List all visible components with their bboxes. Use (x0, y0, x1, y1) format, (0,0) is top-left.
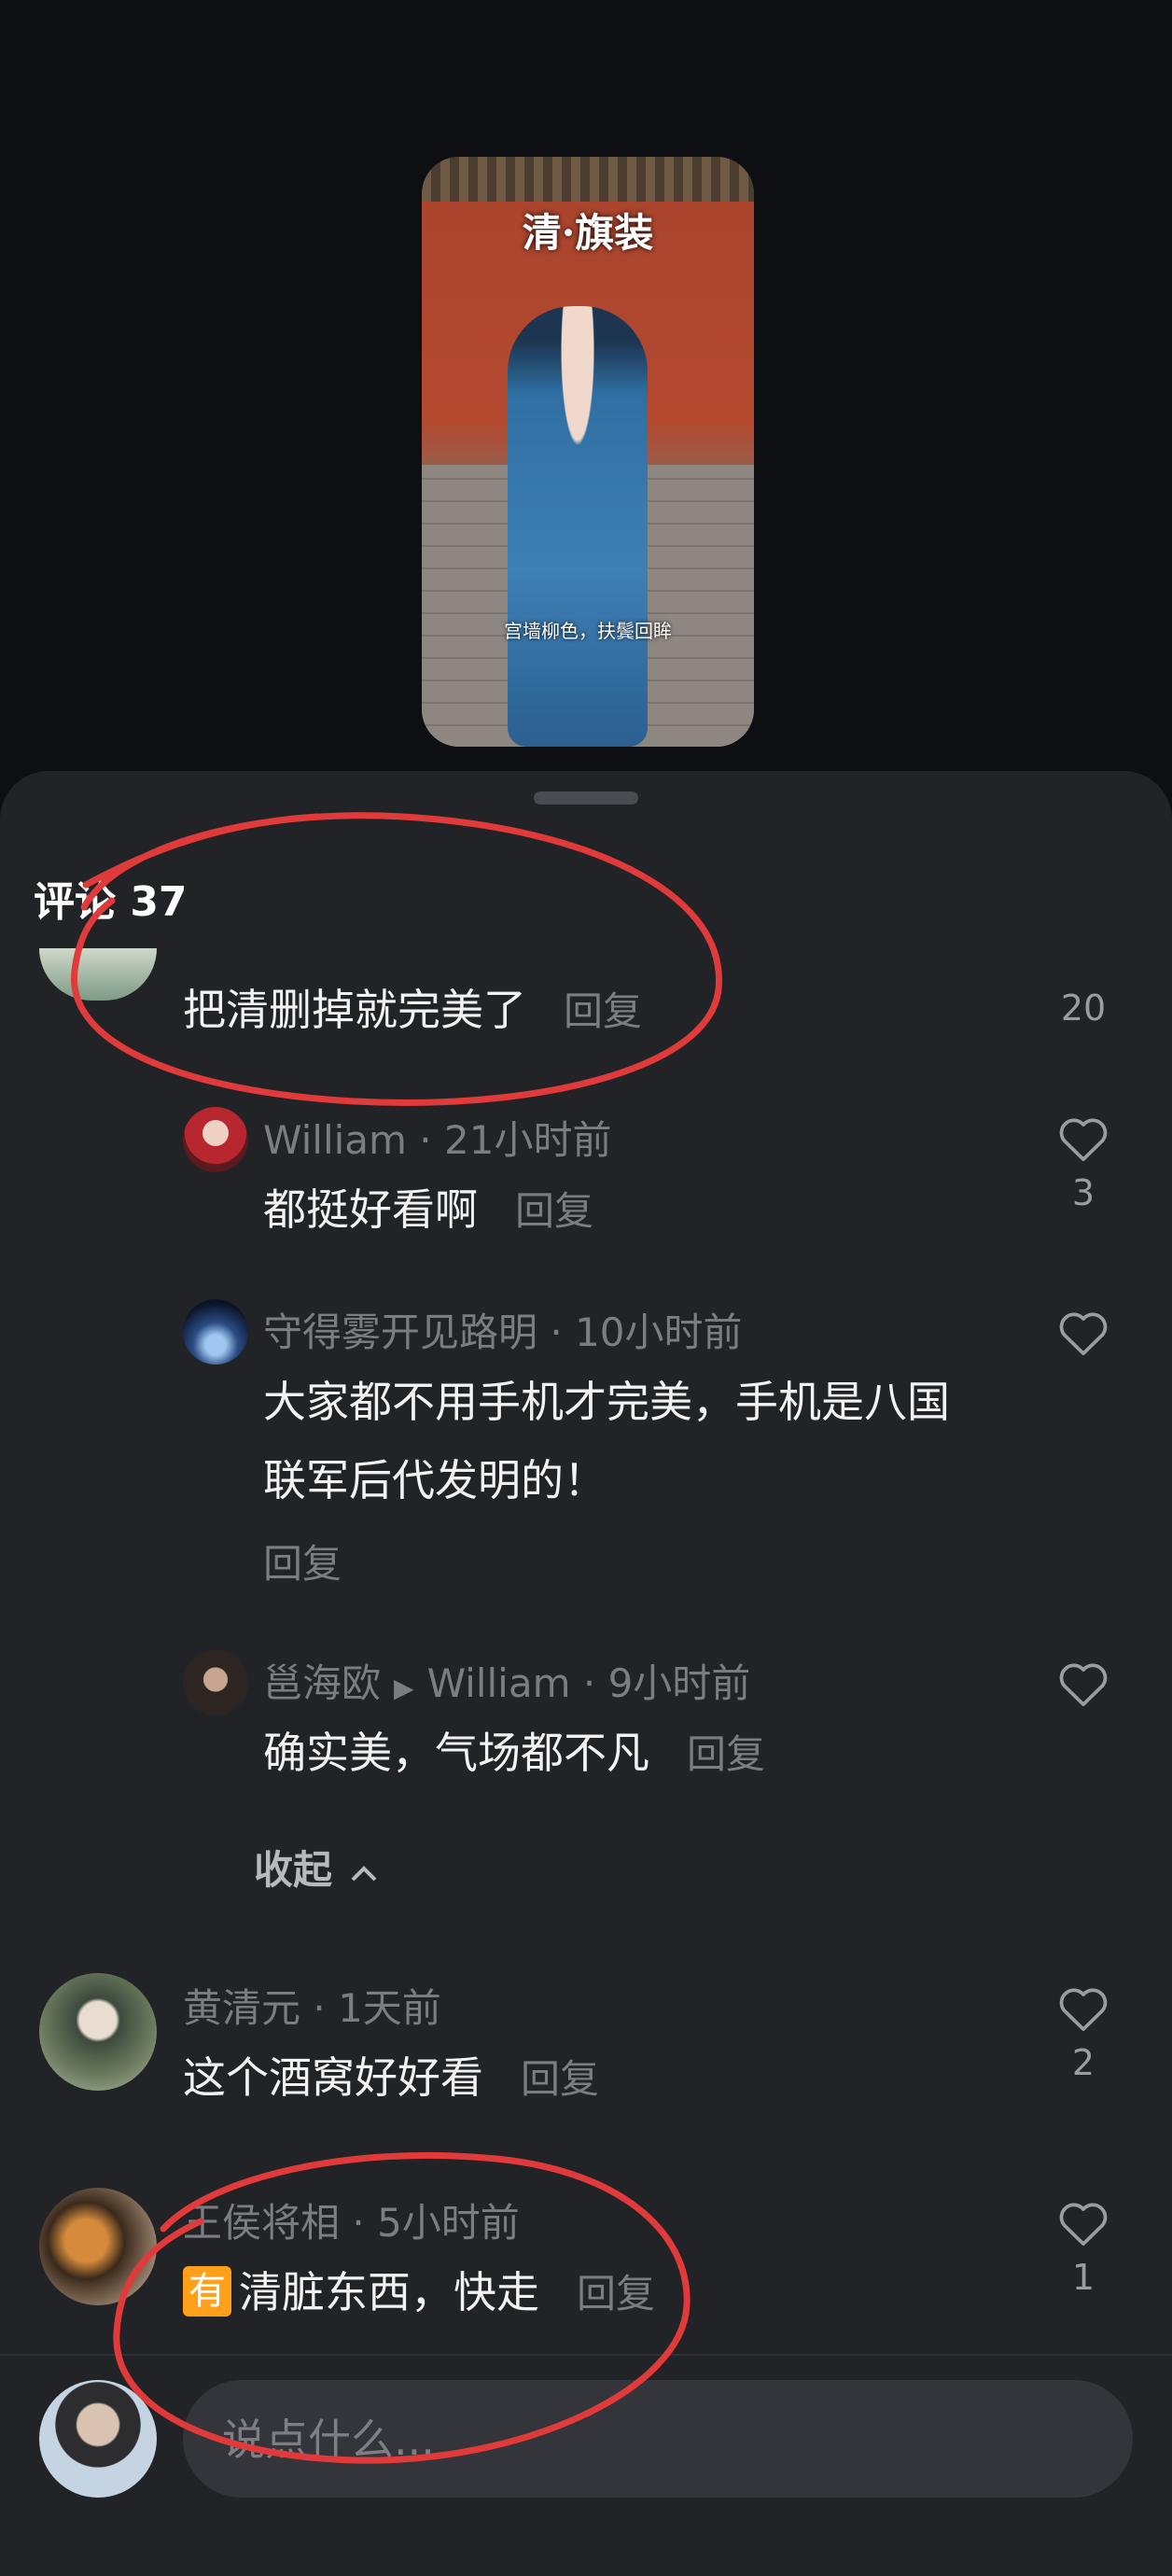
like-button[interactable]: 2 (1051, 1984, 1116, 2083)
video-thumbnail[interactable]: 清·旗装 宫墙柳色，扶鬓回眸 (422, 157, 754, 747)
comment-author[interactable]: 黄清元 (183, 1985, 300, 2031)
reply-button[interactable]: 回复 (687, 1731, 765, 1777)
comment-author[interactable]: 王侯将相 (183, 2200, 340, 2246)
comment-author[interactable]: William (263, 1117, 407, 1163)
like-count: 20 (1060, 987, 1107, 1029)
woman-in-qing-dress (508, 306, 648, 747)
like-count: 2 (1071, 2042, 1095, 2083)
video-title: 清·旗装 (522, 210, 654, 256)
like-button[interactable] (1051, 1309, 1116, 1357)
like-button[interactable]: 1 (1051, 2199, 1116, 2298)
comment-text[interactable]: 确实美，气场都不凡 回复 (263, 1719, 765, 1781)
reply-button[interactable]: 回复 (577, 2271, 655, 2317)
avatar[interactable] (183, 1299, 248, 1365)
avatar[interactable] (39, 2188, 157, 2305)
chevron-up-icon (349, 1847, 379, 1893)
avatar[interactable] (39, 948, 157, 1001)
reply-button[interactable]: 回复 (263, 1533, 342, 1589)
comment-meta: 守得雾开见路明 · 10小时前 (263, 1309, 743, 1355)
reply-arrow-icon: ▶ (394, 1673, 414, 1703)
comment-meta: William · 21小时前 (263, 1117, 612, 1163)
heart-icon (1059, 1988, 1108, 2032)
like-count: 3 (1071, 1172, 1095, 1213)
comment-time: 10小时前 (575, 1309, 743, 1355)
comment-text[interactable]: 把清删掉就完美了 回复 (183, 976, 642, 1038)
comment-text[interactable]: 有清脏东西，快走 回复 (183, 2259, 655, 2320)
like-button[interactable] (1051, 1659, 1116, 1708)
palace-roof (422, 157, 754, 202)
avatar[interactable] (183, 1650, 248, 1715)
like-count-area[interactable]: 20 (1051, 987, 1116, 1029)
comment-meta: 王侯将相 · 5小时前 (183, 2200, 520, 2246)
comment-time: 5小时前 (377, 2200, 520, 2246)
like-button[interactable]: 3 (1051, 1114, 1116, 1213)
avatar[interactable] (39, 1973, 157, 2091)
reply-button[interactable]: 回复 (515, 1188, 593, 1234)
reply-to-author[interactable]: William (427, 1660, 571, 1706)
comment-input[interactable] (220, 2380, 1101, 2499)
comment-time: 9小时前 (607, 1660, 751, 1706)
comment-meta: 黄清元 · 1天前 (183, 1985, 441, 2031)
comment-text[interactable]: 联军后代发明的！ (263, 1447, 607, 1508)
comment-text[interactable]: 这个酒窝好好看 回复 (183, 2044, 599, 2106)
screen: 清·旗装 宫墙柳色，扶鬓回眸 评论 37 把清删掉就完美了 回复 20 Willi… (0, 0, 1172, 2576)
heart-icon (1059, 1663, 1108, 1707)
video-caption: 宫墙柳色，扶鬓回眸 (504, 620, 672, 642)
comment-author[interactable]: 邕海欧 (263, 1660, 381, 1706)
heart-icon (1059, 1118, 1108, 1162)
comment-text[interactable]: 都挺好看啊 回复 (263, 1176, 593, 1238)
heart-icon (1059, 1312, 1108, 1356)
avatar[interactable] (183, 1107, 248, 1172)
my-avatar[interactable] (39, 2380, 157, 2498)
comment-text[interactable]: 大家都不用手机才完美，手机是八国 (263, 1368, 950, 1430)
reply-button[interactable]: 回复 (564, 988, 642, 1034)
collapse-replies-button[interactable]: 收起 (254, 1839, 379, 1896)
comment-author[interactable]: 守得雾开见路明 (263, 1309, 537, 1355)
badge: 有 (183, 2266, 231, 2317)
heart-icon (1059, 2203, 1108, 2247)
comment-time: 21小时前 (444, 1117, 612, 1163)
reply-button[interactable]: 回复 (521, 2056, 599, 2102)
comment-input-box[interactable] (183, 2380, 1133, 2499)
comment-sheet: 评论 37 把清删掉就完美了 回复 20 William · 21小时前 都挺好看… (0, 771, 1172, 2576)
like-count: 1 (1071, 2257, 1095, 2298)
comment-time: 1天前 (338, 1985, 441, 2031)
comment-meta: 邕海欧 ▶ William · 9小时前 (263, 1660, 751, 1706)
divider (0, 2354, 1172, 2356)
drag-handle[interactable] (534, 791, 638, 805)
comments-title: 评论 37 (34, 878, 188, 926)
